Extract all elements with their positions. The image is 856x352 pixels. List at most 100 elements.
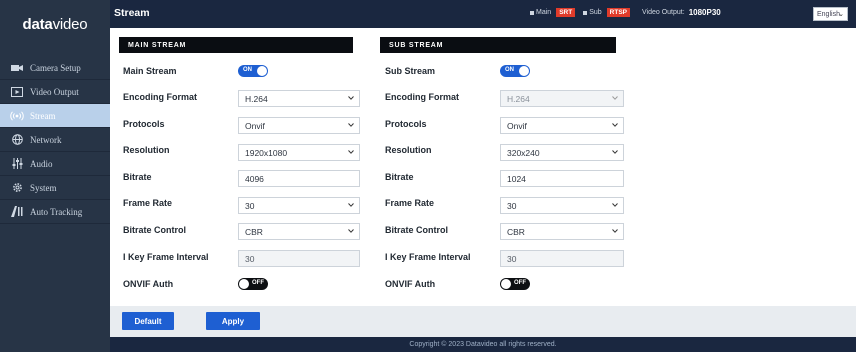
sidebar-item-label: Auto Tracking — [30, 206, 83, 217]
main-onvif-auth-toggle[interactable]: OFF — [238, 278, 268, 290]
sub-onvif-auth-label: ONVIF Auth — [385, 279, 436, 289]
app-window: data video Camera Setup Video Output Stre… — [0, 0, 856, 352]
network-icon — [10, 134, 24, 146]
stream-icon — [10, 110, 24, 122]
select-value: 30 — [245, 200, 255, 211]
default-button[interactable]: Default — [122, 312, 174, 330]
top-header: Stream Main SRT Sub RTSP Video Output: 1… — [110, 0, 856, 28]
chevron-down-icon: ⌄ — [838, 11, 844, 18]
sub-resolution-select[interactable]: 320x240 — [500, 144, 624, 161]
sidebar-item-auto-tracking[interactable]: Auto Tracking — [0, 200, 110, 224]
chevron-down-icon — [612, 149, 618, 155]
language-select[interactable]: English ⌄ — [813, 7, 848, 21]
sidebar-item-stream[interactable]: Stream — [0, 104, 110, 128]
chevron-down-icon — [348, 228, 354, 234]
video-output-label: Video Output: — [642, 9, 685, 16]
main-bitrate-control-select[interactable]: CBR — [238, 223, 360, 240]
sidebar-item-video-output[interactable]: Video Output — [0, 80, 110, 104]
main-stream-enable-label: Main Stream — [123, 66, 177, 76]
sub-indicator-icon — [583, 10, 588, 15]
sub-encoding-select[interactable]: H.264 — [500, 90, 624, 107]
main-bitrate-control-label: Bitrate Control — [123, 225, 186, 235]
select-value: CBR — [507, 226, 525, 237]
sub-bitrate-control-label: Bitrate Control — [385, 225, 448, 235]
logo-text-bold: data — [22, 15, 53, 33]
main-protocols-select[interactable]: Onvif — [238, 117, 360, 134]
sidebar-item-system[interactable]: System — [0, 176, 110, 200]
video-output-icon — [10, 86, 24, 98]
sub-resolution-label: Resolution — [385, 145, 432, 155]
input-value: 30 — [507, 253, 517, 264]
main-protocol-badge: SRT — [556, 8, 576, 17]
logo-text-thin: video — [52, 15, 88, 33]
main-encoding-label: Encoding Format — [123, 92, 197, 102]
main-framerate-label: Frame Rate — [123, 198, 173, 208]
main-stream-toggle[interactable]: ON — [238, 65, 268, 77]
select-value: 30 — [507, 200, 517, 211]
main-ikey-label: I Key Frame Interval — [123, 252, 209, 262]
sub-stream-header: SUB STREAM — [380, 37, 616, 53]
sub-protocols-select[interactable]: Onvif — [500, 117, 624, 134]
main-stream-header: MAIN STREAM — [119, 37, 353, 53]
chevron-down-icon — [348, 202, 354, 208]
sub-bitrate-label: Bitrate — [385, 172, 414, 182]
datavideo-logo: data video — [0, 0, 110, 48]
toggle-state-text: OFF — [252, 280, 264, 286]
copyright-footer: Copyright © 2023 Datavideo all rights re… — [110, 337, 856, 352]
sub-stream-toggle[interactable]: ON — [500, 65, 530, 77]
main-bitrate-label: Bitrate — [123, 172, 152, 182]
sub-protocol-badge: RTSP — [606, 8, 630, 17]
gear-icon — [10, 182, 24, 194]
select-value: 320x240 — [507, 147, 540, 158]
stream-status: Main SRT Sub RTSP Video Output: 1080P30 — [530, 8, 721, 17]
sub-bitrate-input[interactable]: 1024 — [500, 170, 624, 187]
sub-framerate-select[interactable]: 30 — [500, 197, 624, 214]
sidebar-item-camera-setup[interactable]: Camera Setup — [0, 56, 110, 80]
page-title: Stream — [114, 7, 150, 19]
sidebar-item-label: System — [30, 182, 57, 193]
sub-ikey-input[interactable]: 30 — [500, 250, 624, 267]
sidebar-item-network[interactable]: Network — [0, 128, 110, 152]
main-ikey-input[interactable]: 30 — [238, 250, 360, 267]
main-resolution-label: Resolution — [123, 145, 170, 155]
sub-onvif-auth-toggle[interactable]: OFF — [500, 278, 530, 290]
toggle-knob — [239, 279, 249, 289]
chevron-down-icon — [348, 95, 354, 101]
select-value: 1920x1080 — [245, 147, 288, 158]
input-value: 1024 — [507, 173, 526, 184]
toggle-state-text: ON — [243, 67, 252, 73]
toggle-knob — [501, 279, 511, 289]
input-value: 4096 — [245, 173, 264, 184]
auto-tracking-icon — [10, 206, 24, 218]
camera-icon — [10, 62, 24, 74]
chevron-down-icon — [612, 95, 618, 101]
toggle-knob — [257, 66, 267, 76]
select-value: H.264 — [507, 93, 530, 104]
chevron-down-icon — [348, 122, 354, 128]
sub-framerate-label: Frame Rate — [385, 198, 435, 208]
sidebar-item-label: Network — [30, 134, 62, 145]
sub-bitrate-control-select[interactable]: CBR — [500, 223, 624, 240]
sidebar: data video Camera Setup Video Output Stre… — [0, 0, 110, 352]
sidebar-item-label: Audio — [30, 158, 53, 169]
main-encoding-select[interactable]: H.264 — [238, 90, 360, 107]
main-bitrate-input[interactable]: 4096 — [238, 170, 360, 187]
main-resolution-select[interactable]: 1920x1080 — [238, 144, 360, 161]
sidebar-item-label: Video Output — [30, 86, 79, 97]
main-onvif-auth-label: ONVIF Auth — [123, 279, 174, 289]
sidebar-item-audio[interactable]: Audio — [0, 152, 110, 176]
sidebar-item-label: Camera Setup — [30, 62, 81, 73]
apply-button[interactable]: Apply — [206, 312, 260, 330]
input-value: 30 — [245, 253, 255, 264]
language-value: English — [817, 10, 840, 18]
sidebar-item-label: Stream — [30, 110, 56, 121]
audio-icon — [10, 158, 24, 170]
toggle-state-text: ON — [505, 67, 514, 73]
sub-encoding-label: Encoding Format — [385, 92, 459, 102]
select-value: Onvif — [507, 120, 527, 131]
main-status-label: Main — [536, 9, 552, 16]
sidebar-nav: Camera Setup Video Output Stream Network — [0, 56, 110, 224]
main-indicator-icon — [530, 10, 534, 15]
chevron-down-icon — [612, 122, 618, 128]
main-framerate-select[interactable]: 30 — [238, 197, 360, 214]
